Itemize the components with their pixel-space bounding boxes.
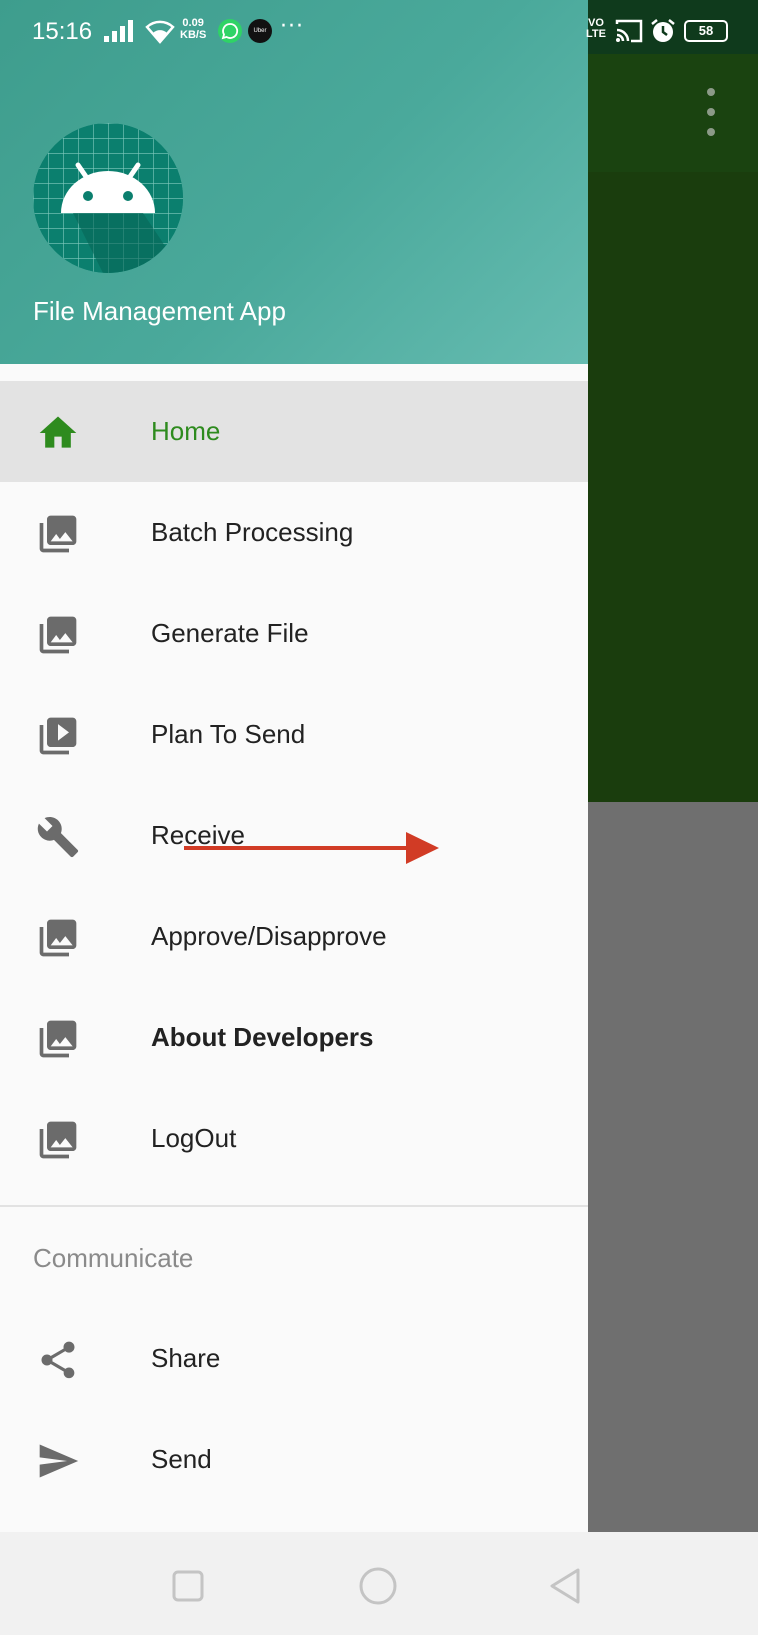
- android-icon: [33, 123, 183, 273]
- battery-indicator: 58: [684, 20, 728, 42]
- photo-library-icon: [39, 515, 77, 553]
- uber-icon: Uber: [248, 19, 272, 43]
- alarm-icon: [651, 19, 675, 42]
- nav-item-logout[interactable]: LogOut: [0, 1088, 588, 1189]
- home-button[interactable]: [358, 1566, 398, 1606]
- video-library-icon: [39, 717, 77, 755]
- status-time: 15:16: [32, 18, 93, 45]
- annotation-arrow: [184, 832, 439, 864]
- nav-item-generate-file[interactable]: Generate File: [0, 583, 588, 684]
- whatsapp-icon: [218, 19, 242, 43]
- photo-library-icon: [39, 1020, 77, 1058]
- wifi-icon: [145, 20, 175, 44]
- system-navigation-bar: [0, 1532, 758, 1635]
- send-icon: [39, 1444, 79, 1478]
- nav-label-home: Home: [151, 416, 221, 446]
- nav-item-send[interactable]: Send: [0, 1409, 588, 1510]
- photo-library-icon: [39, 1121, 77, 1159]
- cast-icon: [615, 19, 643, 43]
- home-icon: [39, 416, 77, 448]
- recent-apps-button[interactable]: [168, 1566, 208, 1606]
- back-button[interactable]: [546, 1566, 586, 1606]
- navigation-drawer: File Management App Home Batch Processin…: [0, 0, 588, 1532]
- nav-label-send: Send: [151, 1444, 212, 1474]
- nav-item-about-developers[interactable]: About Developers: [0, 987, 588, 1088]
- photo-library-icon: [39, 616, 77, 654]
- signal-icon: [104, 20, 133, 42]
- nav-item-home[interactable]: Home: [0, 381, 588, 482]
- wrench-icon: [37, 817, 79, 858]
- nav-label-batch-processing: Batch Processing: [151, 517, 354, 547]
- nav-item-share[interactable]: Share: [0, 1308, 588, 1409]
- more-notifications-icon: ···: [280, 14, 304, 39]
- overflow-menu-icon[interactable]: [700, 88, 722, 136]
- menu-divider: [0, 1205, 588, 1207]
- drawer-header: File Management App: [0, 0, 588, 364]
- network-speed: 0.09 KB/S: [180, 17, 207, 41]
- photo-library-icon: [39, 919, 77, 957]
- share-icon: [41, 1341, 75, 1379]
- nav-label-about-developers: About Developers: [151, 1022, 374, 1052]
- nav-item-approve-disapprove[interactable]: Approve/Disapprove: [0, 886, 588, 987]
- section-header-communicate: Communicate: [33, 1243, 194, 1273]
- nav-label-logout: LogOut: [151, 1123, 237, 1153]
- nav-label-approve-disapprove: Approve/Disapprove: [151, 921, 387, 951]
- nav-label-plan-to-send: Plan To Send: [151, 719, 306, 749]
- status-bar: 15:16 0.09 KB/S Uber ··· VO LTE 58: [0, 0, 758, 54]
- nav-label-share: Share: [151, 1343, 221, 1373]
- volte-icon: VO LTE: [586, 17, 606, 40]
- nav-label-generate-file: Generate File: [151, 618, 309, 648]
- nav-item-batch-processing[interactable]: Batch Processing: [0, 482, 588, 583]
- nav-item-plan-to-send[interactable]: Plan To Send: [0, 684, 588, 785]
- app-title: File Management App: [33, 296, 286, 326]
